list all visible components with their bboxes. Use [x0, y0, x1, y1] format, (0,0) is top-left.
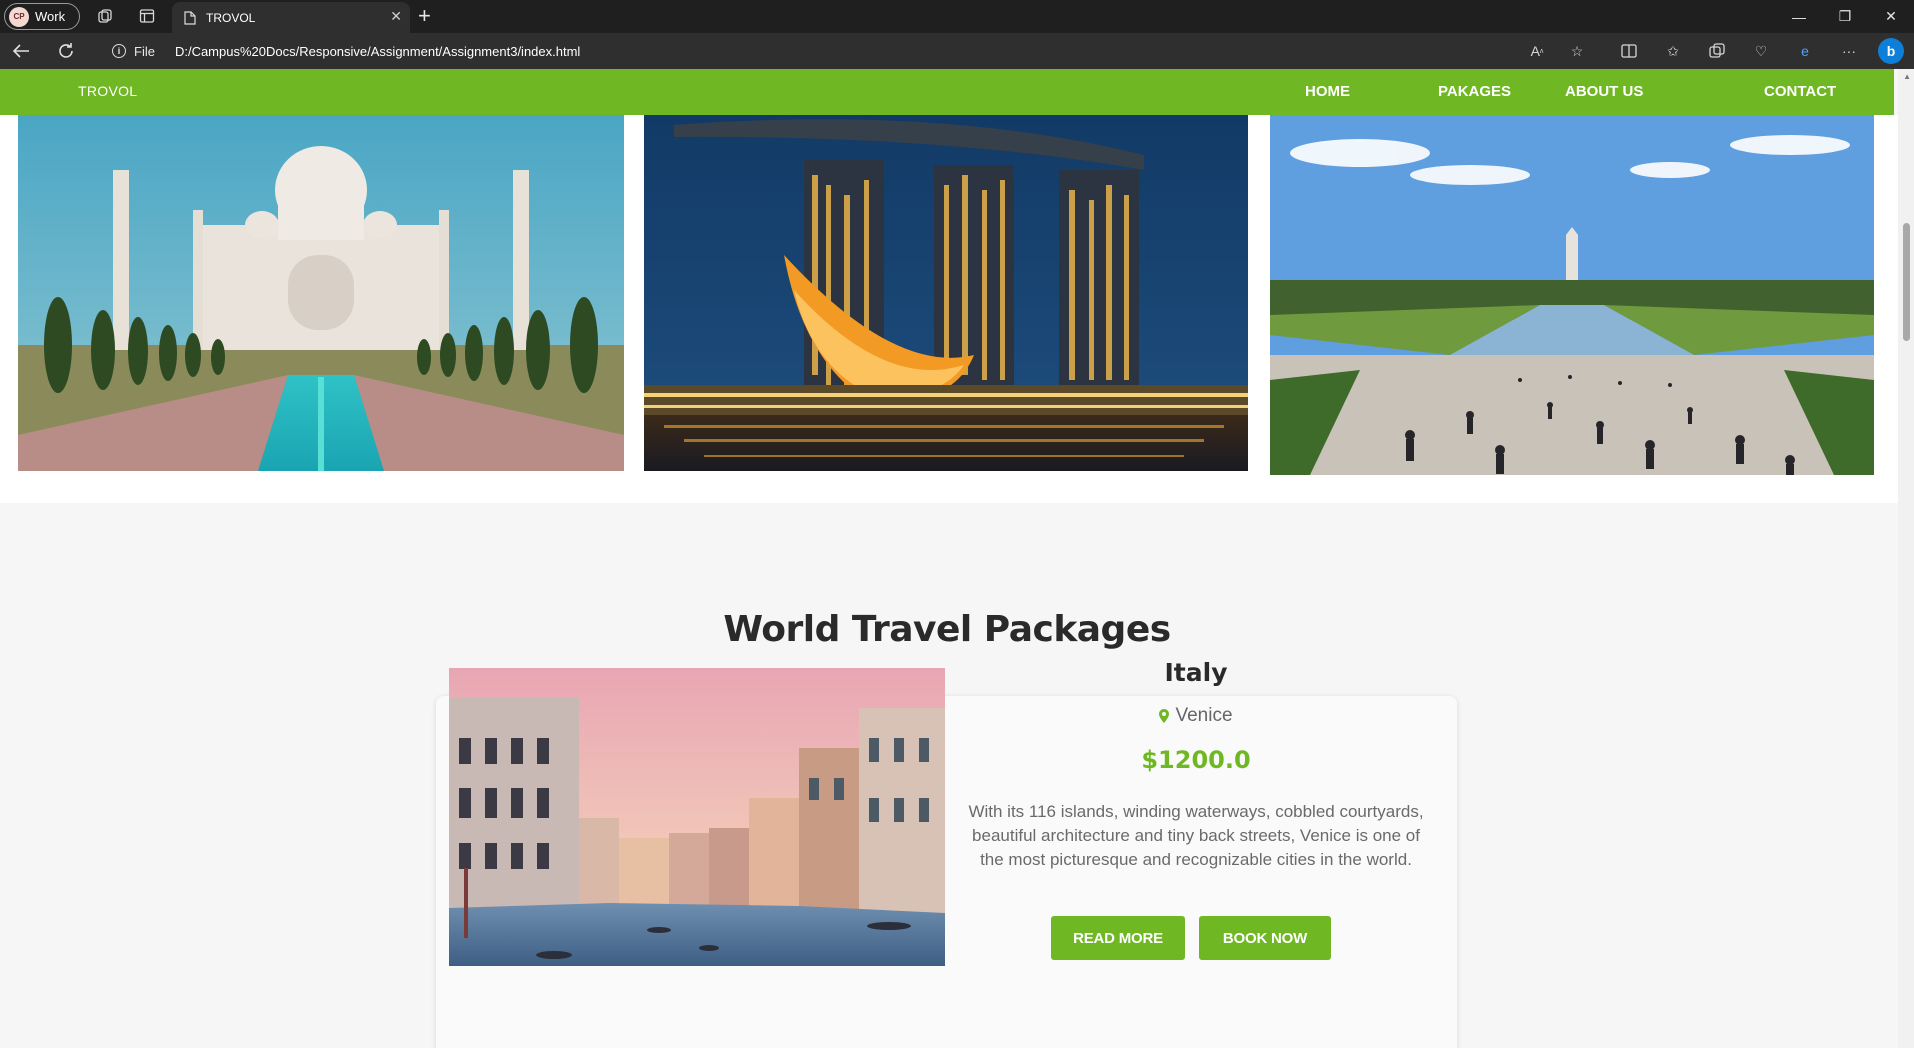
national-mall-image — [1270, 115, 1874, 475]
new-tab-icon[interactable]: + — [418, 4, 431, 28]
section-title: World Travel Packages — [723, 609, 1171, 650]
marina-bay-sands-image — [644, 115, 1248, 471]
nav-packages[interactable]: PAKAGES — [1438, 83, 1511, 100]
favorite-star-icon[interactable]: ☆ — [1568, 42, 1586, 60]
taj-mahal-image — [18, 115, 624, 471]
edge-extension-icon[interactable]: e — [1796, 42, 1814, 60]
page-icon — [184, 10, 196, 25]
favorites-icon[interactable]: ✩ — [1664, 42, 1682, 60]
site-navbar: TROVOL HOME PAKAGES ABOUT US CONTACT — [0, 69, 1894, 115]
read-aloud-icon[interactable]: Aʌ — [1528, 42, 1546, 60]
bing-copilot-icon[interactable]: b — [1878, 38, 1904, 64]
package-description: With its 116 islands, winding waterways,… — [968, 802, 1424, 869]
nav-about[interactable]: ABOUT US — [1565, 83, 1643, 100]
package-location: Venice — [946, 705, 1446, 727]
address-prefix: File — [134, 43, 155, 59]
site-info-icon[interactable]: i — [112, 44, 126, 58]
nav-home[interactable]: HOME — [1305, 83, 1350, 100]
page-viewport: TROVOL HOME PAKAGES ABOUT US CONTACT Wor… — [0, 69, 1914, 1048]
close-tab-icon[interactable]: ✕ — [390, 8, 402, 25]
package-name: Italy — [1164, 658, 1228, 687]
nav-contact[interactable]: CONTACT — [1764, 83, 1836, 100]
address-field[interactable]: i File D:/Campus%20Docs/Responsive/Assig… — [98, 37, 1538, 65]
browser-tab-bar: CP Work TROVOL ✕ + — ❐ ✕ — [0, 0, 1914, 33]
vertical-tabs-icon[interactable] — [138, 7, 156, 25]
active-tab[interactable]: TROVOL ✕ — [172, 2, 410, 33]
page-scrollbar[interactable]: ▲ — [1898, 69, 1914, 1048]
scrollbar-thumb[interactable] — [1903, 223, 1910, 341]
back-icon[interactable] — [10, 40, 32, 62]
workspaces-icon[interactable] — [96, 7, 114, 25]
package-price: $1200.0 — [1141, 746, 1251, 774]
browser-essentials-icon[interactable]: ♡ — [1752, 42, 1770, 60]
site-brand[interactable]: TROVOL — [78, 83, 137, 99]
refresh-icon[interactable] — [55, 40, 77, 62]
package-location-text: Venice — [1175, 705, 1233, 726]
book-now-button[interactable]: BOOK NOW — [1199, 916, 1331, 960]
collections-icon[interactable] — [1708, 42, 1726, 60]
profile-name: Work — [35, 9, 66, 24]
location-pin-icon — [1159, 709, 1170, 723]
more-menu-icon[interactable]: ··· — [1840, 42, 1858, 60]
venice-image — [449, 668, 945, 966]
profile-avatar: CP — [9, 6, 29, 27]
close-window-icon[interactable]: ✕ — [1868, 0, 1914, 33]
address-bar-row: i File D:/Campus%20Docs/Responsive/Assig… — [0, 33, 1914, 69]
split-screen-icon[interactable] — [1620, 42, 1638, 60]
read-more-button[interactable]: READ MORE — [1051, 916, 1185, 960]
restore-icon[interactable]: ❐ — [1822, 0, 1868, 33]
scroll-up-icon[interactable]: ▲ — [1903, 72, 1911, 81]
minimize-icon[interactable]: — — [1776, 0, 1822, 33]
url-text: D:/Campus%20Docs/Responsive/Assignment/A… — [174, 43, 581, 59]
tab-title: TROVOL — [206, 10, 256, 25]
profile-button[interactable]: CP Work — [4, 3, 80, 30]
